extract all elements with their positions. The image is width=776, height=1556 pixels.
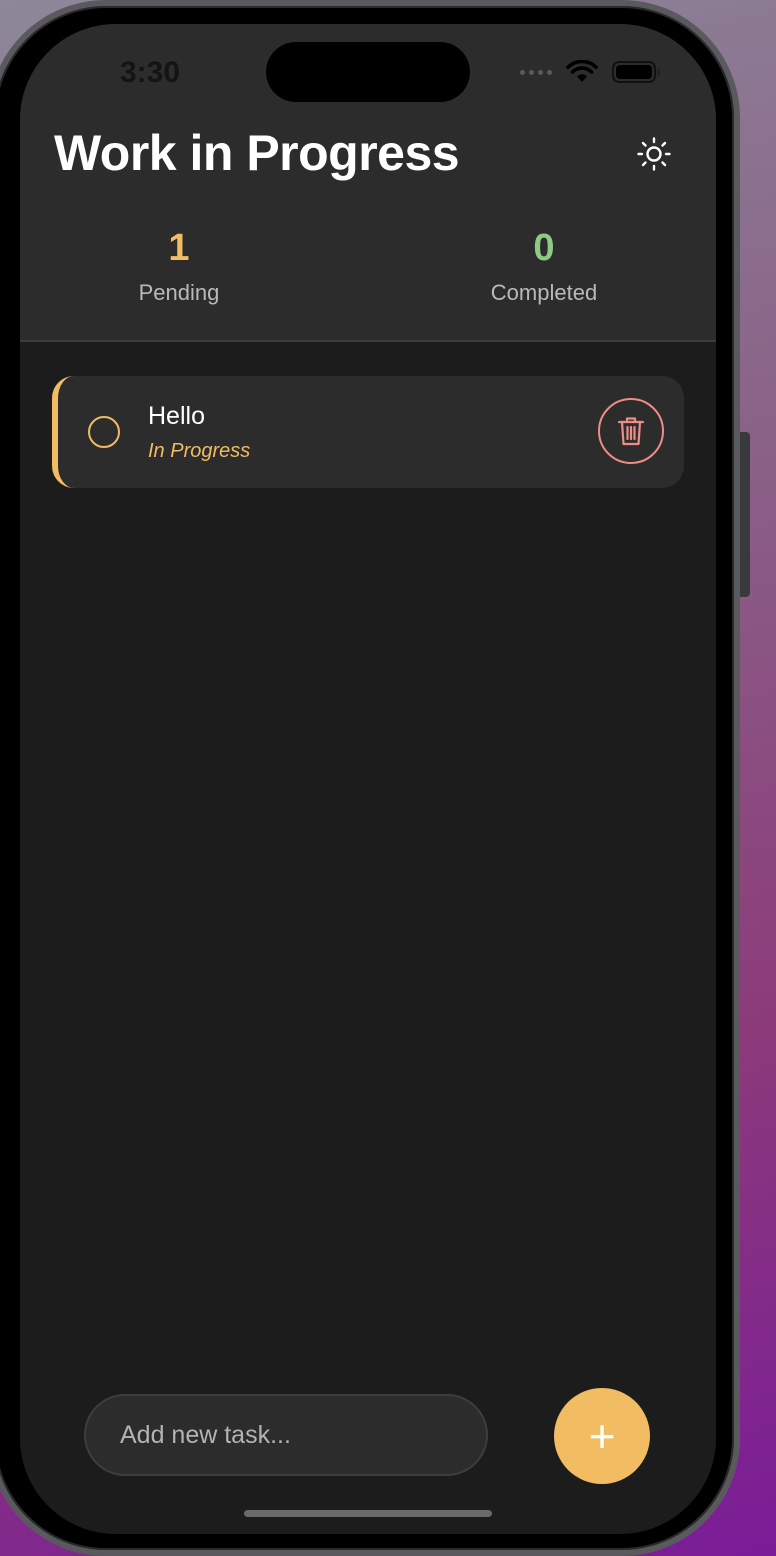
- task-stats: 1 Pending 0 Completed: [20, 228, 716, 306]
- cellular-signal-icon: [520, 69, 552, 75]
- task-checkbox[interactable]: [88, 416, 120, 448]
- pending-count: 1: [168, 227, 190, 269]
- completed-label: Completed: [490, 280, 598, 305]
- sun-icon: [637, 137, 671, 171]
- status-icons: [520, 60, 660, 84]
- status-time: 3:30: [120, 56, 181, 89]
- new-task-input[interactable]: [84, 1394, 488, 1476]
- pending-stat: 1 Pending: [20, 228, 368, 306]
- completed-count: 0: [533, 227, 555, 269]
- battery-icon: [612, 61, 660, 83]
- delete-task-button[interactable]: [598, 398, 664, 464]
- wifi-icon: [566, 60, 598, 82]
- completed-stat: 0 Completed: [368, 228, 716, 306]
- task-name: Hello: [148, 402, 205, 430]
- app-screen: 3:30 Work in Progress 1 Pending 0 Comple…: [20, 24, 716, 1534]
- task-status: In Progress: [148, 440, 251, 462]
- theme-toggle-button[interactable]: [634, 134, 674, 174]
- home-indicator: [244, 1510, 492, 1517]
- pending-label: Pending: [138, 280, 220, 305]
- app-header: 3:30 Work in Progress 1 Pending 0 Comple…: [20, 24, 716, 342]
- add-task-button[interactable]: +: [554, 1388, 650, 1484]
- task-item[interactable]: Hello In Progress: [52, 376, 684, 488]
- dynamic-island: [266, 42, 470, 102]
- page-title: Work in Progress: [54, 125, 460, 181]
- trash-icon: [617, 417, 645, 446]
